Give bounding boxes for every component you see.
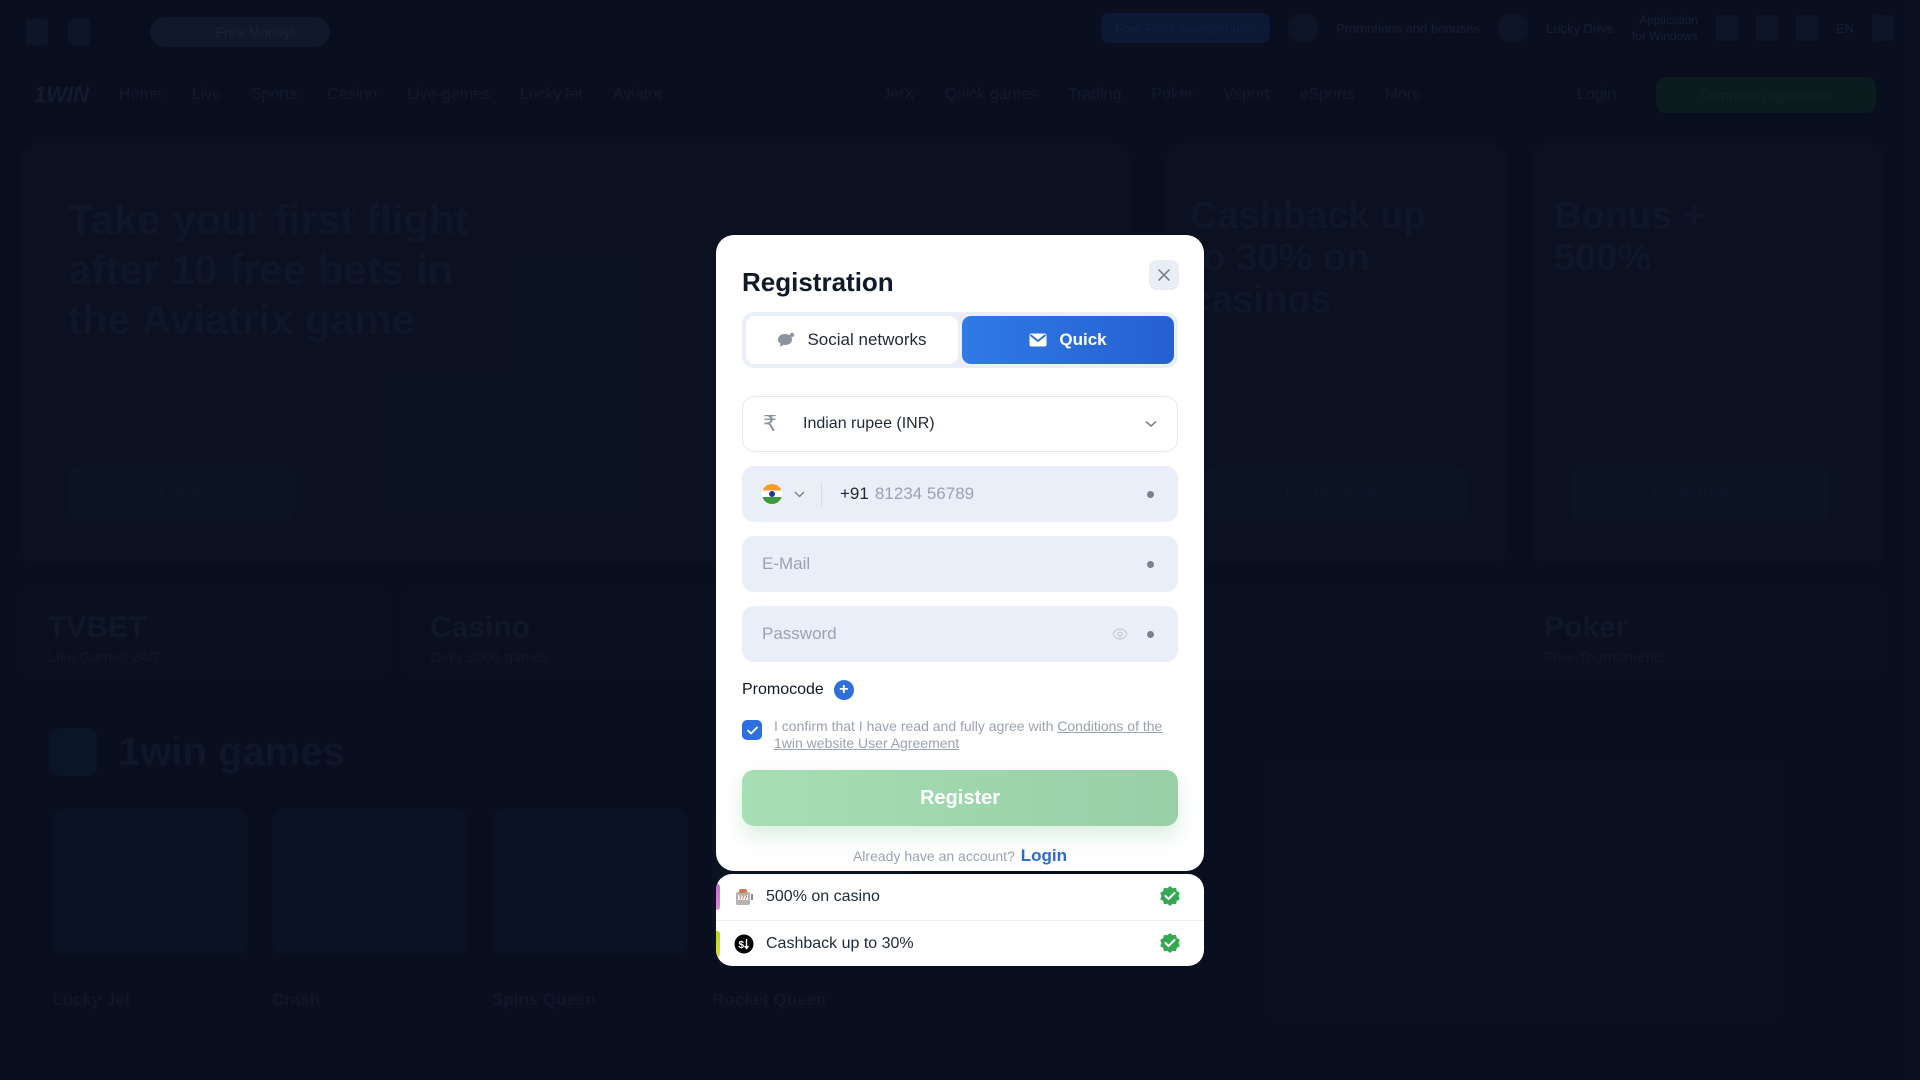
verified-check-icon xyxy=(1160,932,1180,953)
bonus-item: 777 500% on casino xyxy=(716,874,1204,920)
verified-check-icon xyxy=(1160,886,1180,906)
checkmark-icon xyxy=(746,726,758,735)
email-field xyxy=(742,536,1178,592)
agreement-text-block: I confirm that I have read and fully agr… xyxy=(774,718,1178,752)
phone-input[interactable] xyxy=(874,484,1158,504)
login-prompt: Already have an account? Login xyxy=(742,846,1178,866)
bonus-list: 777 500% on casino $ Cashback up to 30% xyxy=(716,874,1204,966)
required-dot-icon xyxy=(1147,560,1154,568)
password-field xyxy=(742,606,1178,662)
tab-quick[interactable]: Quick xyxy=(962,316,1174,364)
slot-machine-icon: 777 xyxy=(734,887,754,907)
india-flag-icon[interactable] xyxy=(762,484,782,504)
close-button[interactable] xyxy=(1149,260,1179,290)
modal-title: Registration xyxy=(742,267,894,297)
country-chevron-icon[interactable] xyxy=(794,490,805,498)
tab-label: Social networks xyxy=(807,330,927,349)
already-text: Already have an account? xyxy=(852,848,1015,864)
email-input[interactable] xyxy=(762,554,1158,574)
envelope-icon xyxy=(1029,333,1047,347)
cashback-icon: $ xyxy=(734,934,754,954)
bonus-color-bar xyxy=(716,931,720,957)
chat-bubble-icon xyxy=(778,332,795,347)
phone-prefix: +91 xyxy=(840,484,869,503)
currency-value: Indian rupee (INR) xyxy=(803,415,935,432)
currency-select[interactable]: ₹ Indian rupee (INR) xyxy=(742,396,1178,452)
agreement-text: I confirm that I have read and fully agr… xyxy=(774,718,1058,734)
login-link[interactable]: Login xyxy=(1021,846,1067,865)
agreement-checkbox[interactable] xyxy=(742,720,762,740)
eye-icon[interactable] xyxy=(1112,628,1128,640)
rupee-icon: ₹ xyxy=(763,411,777,436)
bonus-color-bar xyxy=(716,884,720,910)
password-input[interactable] xyxy=(762,624,1158,644)
required-dot-icon xyxy=(1147,630,1154,638)
close-icon xyxy=(1158,269,1170,281)
phone-field: +91 xyxy=(742,466,1178,522)
chevron-down-icon xyxy=(1145,420,1157,428)
svg-text:$: $ xyxy=(739,940,745,951)
register-button[interactable]: Register xyxy=(742,770,1178,826)
registration-modal: Registration Social networks Quick ₹ Ind… xyxy=(716,235,1204,871)
add-promocode-button[interactable]: + xyxy=(833,680,854,700)
bonus-item: $ Cashback up to 30% xyxy=(716,920,1204,966)
bonus-label: Cashback up to 30% xyxy=(766,934,914,952)
required-dot-icon xyxy=(1147,490,1154,498)
tab-label: Quick xyxy=(1059,330,1107,349)
registration-tabs: Social networks Quick xyxy=(742,312,1178,368)
tab-social-networks[interactable]: Social networks xyxy=(746,316,958,364)
agreement-row: I confirm that I have read and fully agr… xyxy=(742,718,1178,752)
svg-text:777: 777 xyxy=(739,896,748,902)
divider xyxy=(821,482,822,506)
promocode-row: Promocode + xyxy=(742,680,1178,700)
bonus-label: 500% on casino xyxy=(766,888,880,905)
promocode-label: Promocode xyxy=(742,681,824,698)
